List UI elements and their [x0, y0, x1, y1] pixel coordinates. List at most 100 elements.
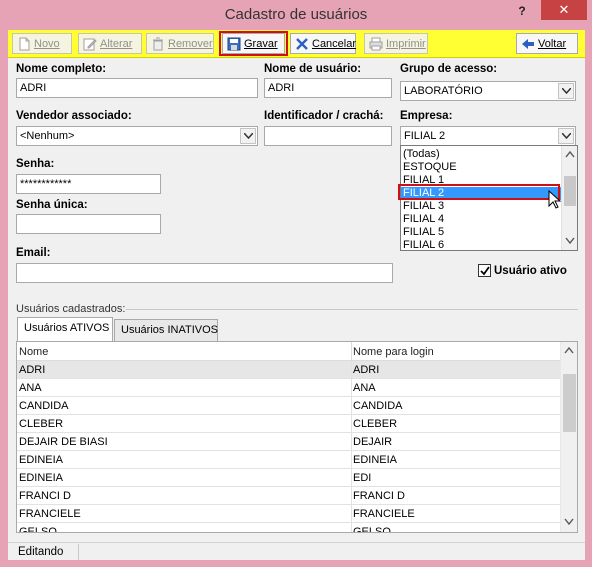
column-divider — [351, 523, 352, 532]
empresa-select[interactable]: FILIAL 2 — [400, 126, 576, 146]
help-button[interactable]: ? — [512, 4, 532, 22]
column-divider — [351, 397, 352, 415]
table-row[interactable]: EDINEIA EDINEIA — [17, 451, 561, 469]
checkbox-box[interactable] — [478, 264, 491, 277]
title-bar[interactable]: Cadastro de usuários ? ✕ — [0, 0, 592, 30]
chevron-up-icon[interactable] — [565, 149, 575, 159]
identificador-input[interactable] — [264, 126, 392, 146]
main-content: Novo Alterar Remover Gravar Cancelar Imp… — [8, 30, 585, 560]
table-row[interactable]: FRANCIELE FRANCIELE — [17, 505, 561, 523]
dropdown-option[interactable]: ESTOQUE — [401, 161, 561, 174]
window: Cadastro de usuários ? ✕ Novo Alterar Re… — [0, 0, 592, 567]
dropdown-option[interactable]: FILIAL 6 — [401, 239, 561, 252]
email-input[interactable] — [16, 263, 393, 283]
identificador-label: Identificador / crachá: — [264, 110, 384, 122]
table-row[interactable]: CANDIDA CANDIDA — [17, 397, 561, 415]
column-divider — [351, 379, 352, 397]
vendedor-label: Vendedor associado: — [16, 110, 132, 122]
table-row[interactable]: ANA ANA — [17, 379, 561, 397]
table-row[interactable]: GELSO GELSO — [17, 523, 561, 532]
chevron-down-icon[interactable] — [564, 518, 574, 526]
dropdown-option[interactable]: FILIAL 4 — [401, 213, 561, 226]
nome-completo-input[interactable]: ADRI — [16, 78, 258, 98]
chevron-down-icon[interactable] — [240, 128, 256, 144]
printer-icon — [369, 37, 383, 51]
usuario-ativo-label: Usuário ativo — [494, 264, 567, 277]
cell-login: EDINEIA — [353, 454, 398, 466]
senha-unica-label: Senha única: — [16, 199, 88, 211]
table-scrollbar[interactable] — [560, 342, 577, 532]
dropdown-option[interactable]: (Todas) — [401, 148, 561, 161]
usuario-ativo-checkbox[interactable]: Usuário ativo — [478, 264, 567, 277]
vendedor-select[interactable]: <Nenhum> — [16, 126, 258, 146]
cell-login: FRANCIELE — [353, 508, 415, 520]
status-bar: Editando — [8, 542, 585, 560]
cell-nome: CANDIDA — [19, 400, 69, 412]
back-arrow-icon — [521, 37, 535, 51]
dropdown-scrollbar[interactable] — [561, 146, 577, 250]
alterar-label: Alterar — [100, 37, 133, 50]
cell-nome: ANA — [19, 382, 42, 394]
col-header-nome[interactable]: Nome — [19, 346, 48, 358]
usuarios-cadastrados-label: Usuários cadastrados: — [16, 303, 126, 315]
window-title: Cadastro de usuários — [224, 6, 368, 23]
chevron-up-icon[interactable] — [564, 346, 574, 354]
cell-nome: FRANCIELE — [19, 508, 81, 520]
dropdown-option[interactable]: FILIAL 3 — [401, 200, 561, 213]
cell-nome: DEJAIR DE BIASI — [19, 436, 108, 448]
group-divider — [126, 309, 578, 310]
chevron-down-icon[interactable] — [558, 83, 574, 99]
remover-label: Remover — [168, 37, 213, 50]
grupo-acesso-value: LABORATÓRIO — [404, 85, 483, 97]
table-row[interactable]: CLEBER CLEBER — [17, 415, 561, 433]
cell-nome: EDINEIA — [19, 454, 64, 466]
cancelar-button[interactable]: Cancelar — [290, 33, 356, 54]
column-divider — [351, 433, 352, 451]
mouse-cursor-icon — [548, 190, 562, 209]
chevron-down-icon[interactable] — [558, 128, 574, 144]
nome-usuario-input[interactable]: ADRI — [264, 78, 392, 98]
empresa-label: Empresa: — [400, 110, 453, 122]
users-table: Nome Nome para login ADRI ADRI ANA ANA CANDI… — [16, 341, 578, 533]
chevron-down-icon[interactable] — [565, 236, 575, 246]
table-row[interactable]: DEJAIR DE BIASI DEJAIR — [17, 433, 561, 451]
alterar-button[interactable]: Alterar — [78, 33, 142, 54]
table-header: Nome Nome para login — [17, 342, 561, 361]
remover-button[interactable]: Remover — [146, 33, 214, 54]
new-document-icon — [17, 37, 31, 51]
cell-login: EDI — [353, 472, 372, 484]
status-divider — [78, 544, 79, 560]
imprimir-label: Imprimir — [386, 37, 426, 50]
senha-input[interactable]: ************ — [16, 174, 161, 194]
dropdown-scroll-thumb[interactable] — [564, 176, 576, 206]
tab-usuarios-ativos[interactable]: Usuários ATIVOS — [17, 317, 113, 341]
close-button[interactable]: ✕ — [541, 0, 587, 20]
cell-nome: FRANCI D — [19, 490, 71, 502]
column-divider — [351, 361, 352, 379]
checkmark-icon — [480, 266, 490, 276]
trash-icon — [151, 37, 165, 51]
toolbar: Novo Alterar Remover Gravar Cancelar Imp… — [8, 30, 585, 58]
cell-nome: CLEBER — [19, 418, 64, 430]
cell-login: DEJAIR — [353, 436, 393, 448]
scroll-thumb[interactable] — [563, 374, 576, 432]
cell-login: ANA — [353, 382, 376, 394]
column-divider — [351, 505, 352, 523]
col-header-login[interactable]: Nome para login — [353, 346, 434, 358]
dropdown-option[interactable]: FILIAL 5 — [401, 226, 561, 239]
edit-icon — [83, 37, 97, 51]
vendedor-value: <Nenhum> — [20, 130, 75, 142]
novo-button[interactable]: Novo — [12, 33, 72, 54]
table-row[interactable]: ADRI ADRI — [17, 361, 561, 379]
grupo-acesso-label: Grupo de acesso: — [400, 63, 498, 75]
imprimir-button[interactable]: Imprimir — [364, 33, 428, 54]
column-divider — [351, 342, 352, 361]
tab-usuarios-inativos[interactable]: Usuários INATIVOS — [114, 319, 218, 341]
table-row[interactable]: EDINEIA EDI — [17, 469, 561, 487]
senha-unica-input[interactable] — [16, 214, 161, 234]
status-text: Editando — [18, 546, 64, 558]
grupo-acesso-select[interactable]: LABORATÓRIO — [400, 81, 576, 101]
voltar-label: Voltar — [538, 37, 567, 50]
voltar-button[interactable]: Voltar — [516, 33, 578, 54]
table-row[interactable]: FRANCI D FRANCI D — [17, 487, 561, 505]
